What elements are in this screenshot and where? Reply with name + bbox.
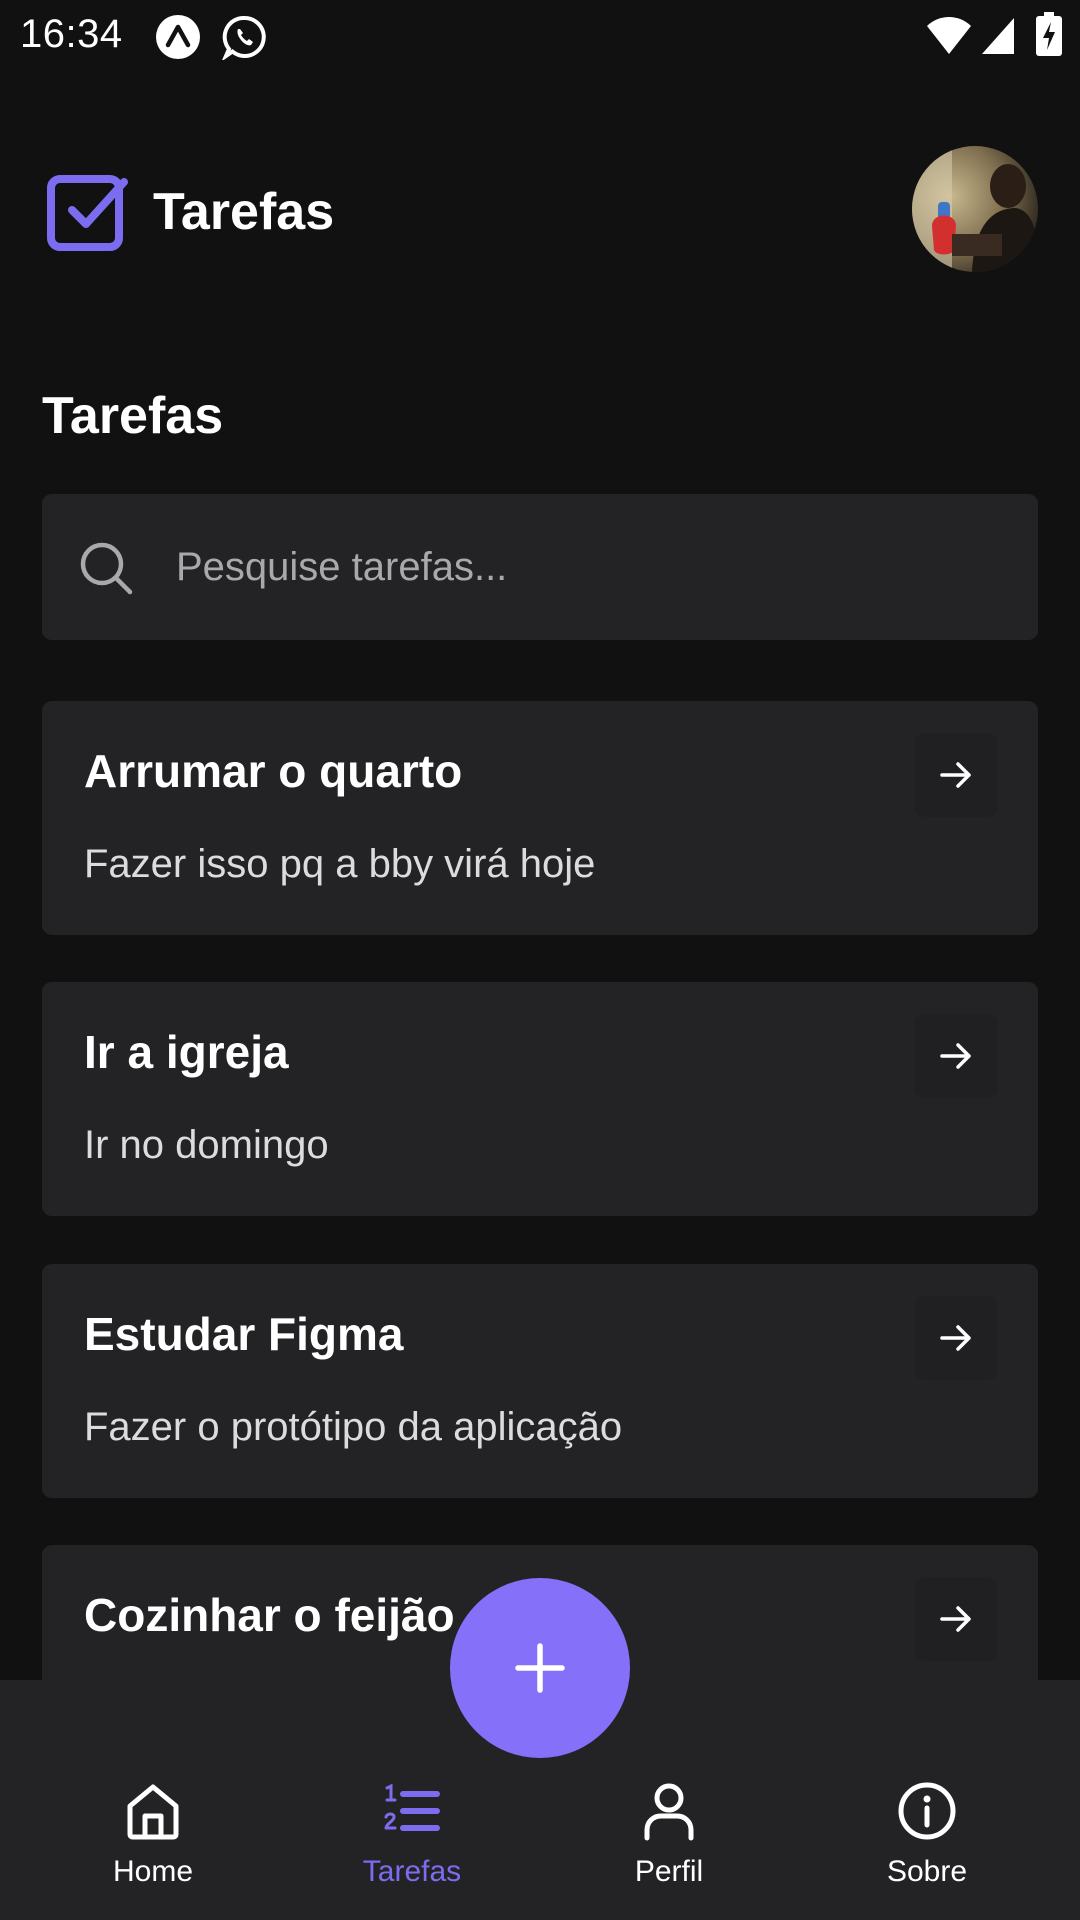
task-card[interactable]: Estudar Figma Fazer o protótipo da aplic… (42, 1264, 1038, 1498)
status-time: 16:34 (20, 12, 123, 56)
open-task-button[interactable] (914, 1014, 998, 1098)
task-title: Cozinhar o feijão (84, 1589, 455, 1641)
app-title: Tarefas (153, 183, 335, 241)
nav-item-sobre[interactable]: Sobre (827, 1780, 1027, 1900)
status-bar: 16:34 (0, 0, 1080, 80)
open-task-button[interactable] (914, 1296, 998, 1380)
nav-item-tarefas[interactable]: Tarefas (312, 1780, 512, 1900)
task-title: Ir a igreja (84, 1026, 289, 1078)
task-card[interactable]: Arrumar o quarto Fazer isso pq a bby vir… (42, 701, 1038, 935)
search-bar[interactable] (42, 494, 1038, 640)
list-ordered-icon (384, 1783, 440, 1831)
search-input[interactable] (176, 494, 1016, 640)
app-logo-checkbox-icon (47, 175, 128, 251)
task-title: Arrumar o quarto (84, 745, 463, 797)
user-icon (644, 1783, 694, 1841)
task-title: Estudar Figma (84, 1308, 404, 1360)
arrow-right-icon (940, 762, 971, 788)
arrow-right-icon (940, 1043, 971, 1069)
expo-go-icon (156, 15, 200, 59)
search-icon (80, 542, 133, 595)
nav-item-home[interactable]: Home (53, 1780, 253, 1900)
nav-label-home: Home (112, 1855, 194, 1888)
task-description: Ir no domingo (84, 1123, 329, 1167)
plus-icon (515, 1643, 565, 1693)
add-task-button[interactable] (450, 1578, 630, 1758)
info-icon (898, 1782, 956, 1840)
nav-label-perfil: Perfil (634, 1855, 704, 1888)
nav-item-perfil[interactable]: Perfil (569, 1780, 769, 1900)
task-card[interactable]: Ir a igreja Ir no domingo (42, 982, 1038, 1216)
battery-charging-icon (1036, 12, 1062, 56)
wifi-icon (927, 17, 971, 54)
arrow-right-icon (940, 1606, 971, 1632)
user-avatar[interactable] (912, 146, 1038, 272)
nav-label-sobre: Sobre (886, 1855, 968, 1888)
task-description: Fazer isso pq a bby virá hoje (84, 842, 596, 886)
open-task-button[interactable] (914, 733, 998, 817)
cellular-signal-icon (982, 18, 1014, 54)
task-description: Fazer o protótipo da aplicação (84, 1405, 623, 1449)
whatsapp-icon (222, 15, 266, 60)
open-task-button[interactable] (914, 1577, 998, 1661)
arrow-right-icon (940, 1325, 971, 1351)
section-title: Tarefas (42, 387, 224, 445)
nav-label-tarefas: Tarefas (362, 1855, 462, 1888)
home-icon (127, 1784, 179, 1840)
